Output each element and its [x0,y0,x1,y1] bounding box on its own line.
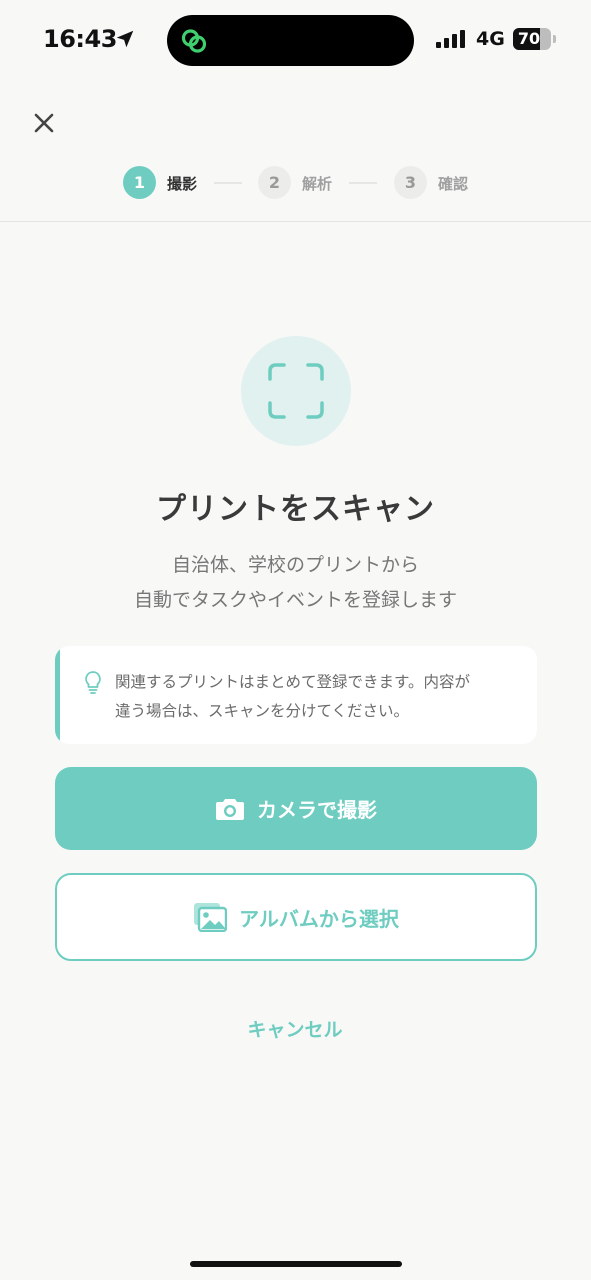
scan-badge [241,336,351,446]
battery-tip [553,35,556,43]
cancel-button[interactable]: キャンセル [195,1012,395,1048]
step-3-number: 3 [394,166,427,199]
step-2-number: 2 [258,166,291,199]
album-button-label: アルバムから選択 [239,906,399,931]
tip-text-line-1: 関連するプリントはまとめて登録できます。内容が [115,673,470,691]
close-button[interactable] [28,107,60,139]
page-subtitle-line-1: 自治体、学校のプリントから [171,554,419,576]
status-time: 16:43 [43,25,117,53]
home-indicator[interactable] [190,1261,402,1267]
header-divider [0,221,591,222]
step-connector [214,182,242,184]
battery-icon: 70 [513,28,551,50]
cellular-signal-icon [436,30,465,48]
step-connector [349,182,377,184]
dynamic-island [167,15,414,66]
page-subtitle-line-2: 自動でタスクやイベントを登録します [133,589,457,611]
album-button[interactable]: アルバムから選択 [55,873,537,961]
step-2-label: 解析 [302,175,333,193]
lightbulb-icon [85,671,101,694]
scan-print-screen: 16:43 4G 70 1 撮影 2 解析 3 確認 プリントをスキャン 自治体… [0,0,591,1280]
progress-stepper: 1 撮影 2 解析 3 確認 [0,165,591,201]
camera-button[interactable]: カメラで撮影 [55,767,537,850]
network-type: 4G [476,28,505,50]
step-1-label: 撮影 [167,175,198,193]
step-1-number: 1 [123,166,156,199]
status-bar: 16:43 4G 70 [0,0,591,80]
scan-frame-icon [268,363,324,419]
page-title: プリントをスキャン [156,492,435,527]
close-icon [34,113,54,133]
photo-album-icon [194,903,228,932]
camera-button-label: カメラで撮影 [257,798,377,822]
battery-level: 70 [517,29,541,48]
camera-icon [216,798,244,820]
linked-rings-app-icon [181,29,207,53]
tip-card: 関連するプリントはまとめて登録できます。内容が 違う場合は、スキャンを分けてくだ… [55,646,537,744]
tip-accent-bar [55,646,60,744]
tip-text: 関連するプリントはまとめて登録できます。内容が 違う場合は、スキャンを分けてくだ… [115,668,515,726]
location-arrow-icon [116,30,134,48]
tip-text-line-2: 違う場合は、スキャンを分けてください。 [115,702,410,720]
step-3-label: 確認 [438,175,469,193]
